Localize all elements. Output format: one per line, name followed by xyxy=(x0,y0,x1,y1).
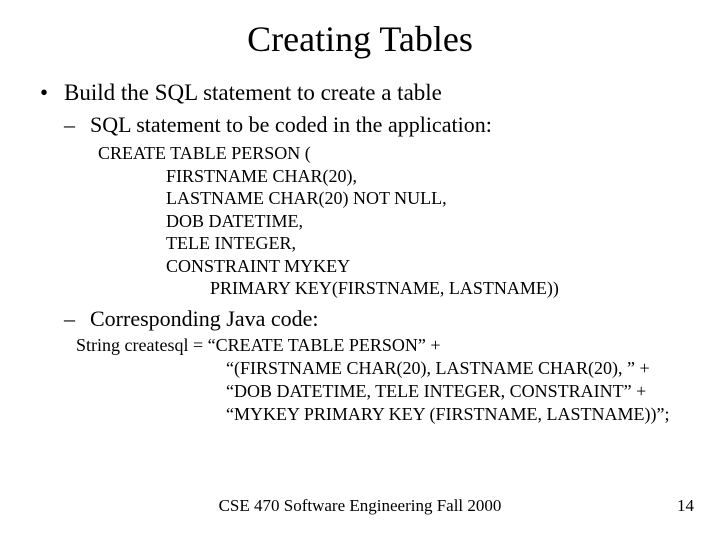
sql-code-block: CREATE TABLE PERSON ( FIRSTNAME CHAR(20)… xyxy=(98,142,720,300)
bullet-text: Corresponding Java code: xyxy=(90,306,319,332)
code-line: FIRSTNAME CHAR(20), xyxy=(98,165,720,188)
bullet-marker: – xyxy=(64,306,90,332)
bullet-marker: • xyxy=(40,80,64,106)
code-line: CONSTRAINT MYKEY xyxy=(98,255,720,278)
code-line: TELE INTEGER, xyxy=(98,232,720,255)
code-line: “MYKEY PRIMARY KEY (FIRSTNAME, LASTNAME)… xyxy=(76,403,720,426)
code-line: String createsql = “CREATE TABLE PERSON”… xyxy=(76,334,720,357)
bullet-level-1: • Build the SQL statement to create a ta… xyxy=(40,80,720,106)
bullet-level-2: – SQL statement to be coded in the appli… xyxy=(64,112,720,138)
code-line: “(FIRSTNAME CHAR(20), LASTNAME CHAR(20),… xyxy=(76,357,720,380)
code-line: CREATE TABLE PERSON ( xyxy=(98,142,720,165)
java-code-block: String createsql = “CREATE TABLE PERSON”… xyxy=(76,334,720,426)
bullet-text: SQL statement to be coded in the applica… xyxy=(90,112,492,138)
slide-title: Creating Tables xyxy=(0,0,720,60)
code-line: “DOB DATETIME, TELE INTEGER, CONSTRAINT”… xyxy=(76,380,720,403)
slide: Creating Tables • Build the SQL statemen… xyxy=(0,0,720,540)
page-number: 14 xyxy=(677,496,694,516)
bullet-level-2: – Corresponding Java code: xyxy=(64,306,720,332)
bullet-text: Build the SQL statement to create a tabl… xyxy=(64,80,442,106)
code-line: LASTNAME CHAR(20) NOT NULL, xyxy=(98,187,720,210)
bullet-marker: – xyxy=(64,112,90,138)
code-line: PRIMARY KEY(FIRSTNAME, LASTNAME)) xyxy=(98,277,720,300)
code-line: DOB DATETIME, xyxy=(98,210,720,233)
footer-text: CSE 470 Software Engineering Fall 2000 xyxy=(0,496,720,516)
